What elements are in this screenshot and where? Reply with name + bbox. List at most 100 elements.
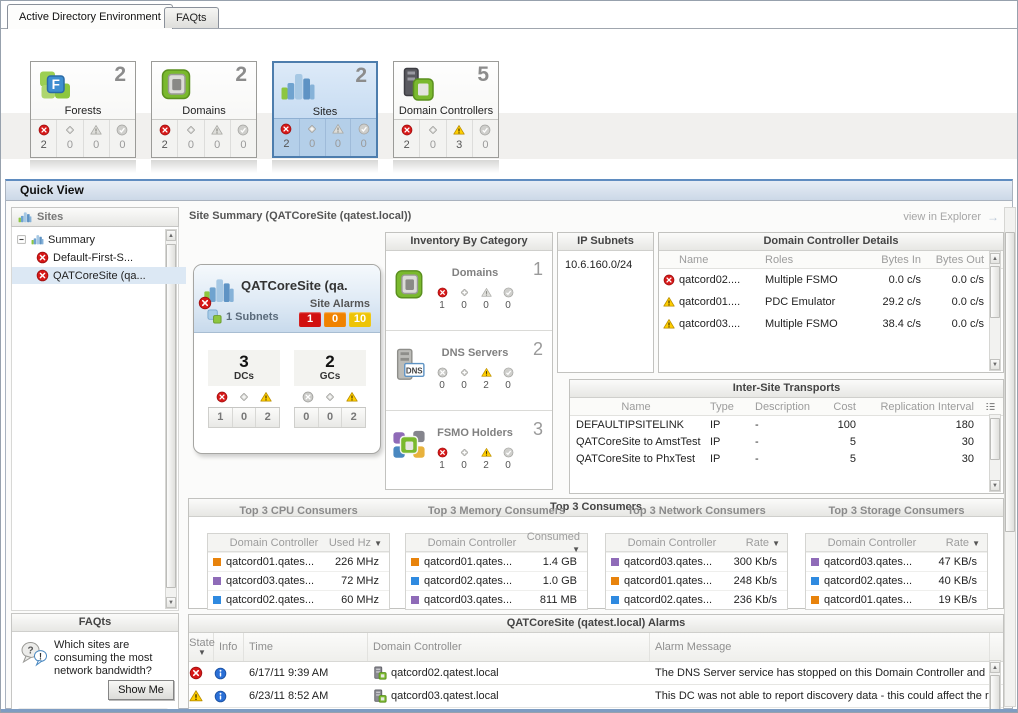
table-row[interactable]: qatcord03.qates... 72 MHz: [208, 571, 389, 590]
table-row[interactable]: qatcord02.qates... 60 MHz: [208, 590, 389, 609]
status-cell[interactable]: 0: [326, 119, 352, 156]
status-cell[interactable]: 0: [84, 120, 110, 157]
inventory-row-fsmo-holders[interactable]: FSMO Holders 1 0 2 0 3: [386, 411, 552, 490]
tile-sites[interactable]: 2 Sites 2 0 0 0: [272, 61, 378, 158]
scrollbar[interactable]: ▲ ▼: [165, 229, 177, 609]
scroll-down-arrow[interactable]: ▼: [166, 597, 176, 608]
table-row[interactable]: qatcord01.qates... 248 Kb/s: [606, 571, 787, 590]
scrollbar-thumb[interactable]: [990, 418, 1000, 460]
table-row[interactable]: qatcord01.qates... 226 MHz: [208, 552, 389, 571]
column-header-domain-controller[interactable]: Domain Controller: [824, 537, 920, 549]
column-header-value[interactable]: Used Hz ▼: [322, 537, 386, 549]
tile-domain-controllers[interactable]: 5 Domain Controllers 2 0 3 0: [393, 61, 499, 158]
tab-faqts[interactable]: FAQts: [164, 7, 219, 28]
table-row[interactable]: qatcord01.qates... 19 KB/s: [806, 590, 987, 609]
column-header-bytes-out[interactable]: Bytes Out: [927, 254, 990, 266]
status-cell[interactable]: 3: [447, 120, 473, 157]
table-row[interactable]: 6/23/11 8:52 AM qatcord03.qatest.local Thi…: [189, 685, 1003, 708]
scrollbar-thumb[interactable]: [990, 266, 1000, 318]
table-row[interactable]: qatcord03.... Multiple FSMO 38.4 c/s 0.0 c/…: [659, 313, 1003, 335]
view-in-explorer-link[interactable]: view in Explorer: [903, 211, 981, 223]
column-header-domain-controller[interactable]: Domain Controller: [624, 537, 720, 549]
table-row[interactable]: qatcord03.qates... 811 MB: [406, 590, 587, 609]
status-cell: 1: [435, 446, 449, 471]
table-row[interactable]: qatcord01.... PDC Emulator 29.2 c/s 0.0 c/s: [659, 291, 1003, 313]
status-cell[interactable]: 2: [31, 120, 58, 157]
site-card[interactable]: QATCoreSite (qa. 1 Subnets Site Alarms 1…: [193, 264, 381, 454]
scrollbar-thumb[interactable]: [166, 244, 176, 588]
scroll-up-arrow[interactable]: ▲: [166, 230, 176, 241]
column-header-domain-controller[interactable]: Domain Controller: [226, 537, 322, 549]
alarm-info[interactable]: [214, 667, 244, 680]
tile-domains[interactable]: 2 Domains 2 0 0 0: [151, 61, 257, 158]
ip-subnets-header: IP Subnets: [558, 233, 653, 251]
status-cell[interactable]: 0: [420, 120, 447, 157]
tile-forests[interactable]: F 2 Forests 2 0 0 0: [30, 61, 136, 158]
alarm-info[interactable]: [214, 690, 244, 703]
warning-icon: [346, 391, 358, 403]
column-header-name[interactable]: Name: [570, 401, 702, 413]
column-header-bytes-in[interactable]: Bytes In: [861, 254, 927, 266]
table-row[interactable]: qatcord02.qates... 236 Kb/s: [606, 590, 787, 609]
inventory-row-dns-servers[interactable]: DNS DNS Servers 0 0 2 0 2: [386, 331, 552, 411]
scrollbar-thumb[interactable]: [1005, 232, 1015, 532]
table-row[interactable]: QATCoreSite to PhxTest IP - 5 30: [570, 450, 1003, 467]
alarm-count-badge[interactable]: 10: [349, 312, 371, 327]
scrollbar[interactable]: ▲: [989, 660, 1001, 712]
scroll-down-arrow[interactable]: ▼: [990, 480, 1000, 491]
ip-subnets-panel: IP Subnets 10.6.160.0/24: [557, 232, 654, 373]
column-header-state[interactable]: State ▼: [189, 633, 215, 661]
column-header-domain-controller[interactable]: Domain Controller: [424, 537, 520, 549]
table-row[interactable]: qatcord03.qates... 300 Kb/s: [606, 552, 787, 571]
column-header-name[interactable]: Name: [679, 254, 765, 266]
consumer-name: qatcord02.qates...: [424, 575, 513, 587]
sidebar-item-qatcoresite-qa-[interactable]: QATCoreSite (qa...: [12, 267, 186, 284]
scrollbar[interactable]: ▼: [989, 414, 1001, 492]
status-cell[interactable]: 0: [231, 120, 256, 157]
column-header-value[interactable]: Rate ▼: [720, 537, 784, 549]
scroll-up-arrow[interactable]: ▲: [990, 253, 1000, 264]
consumer-column-headers: Domain Controller Used Hz ▼: [208, 534, 389, 552]
table-row[interactable]: DEFAULTIPSITELINK IP - 100 180: [570, 416, 1003, 433]
table-row[interactable]: qatcord02.qates... 40 KB/s: [806, 571, 987, 590]
status-cell[interactable]: 0: [473, 120, 498, 157]
status-cell[interactable]: 0: [351, 119, 376, 156]
sidebar-item-summary[interactable]: Summary: [12, 231, 166, 248]
column-header-replication-interval[interactable]: Replication Interval: [860, 401, 978, 413]
sidebar-item-default-first-s-[interactable]: Default-First-S...: [12, 249, 186, 266]
tab-active-directory-environment[interactable]: Active Directory Environment: [7, 4, 173, 29]
column-header-value[interactable]: Consumed ▼: [520, 531, 584, 555]
table-row[interactable]: qatcord01.qates... 1.4 GB: [406, 552, 587, 571]
status-cell[interactable]: 2: [394, 120, 421, 157]
group-status-counts: 102: [208, 408, 280, 428]
status-cell[interactable]: 0: [300, 119, 326, 156]
status-cell[interactable]: 2: [152, 120, 179, 157]
column-header-roles[interactable]: Roles: [765, 254, 861, 266]
column-header-value[interactable]: Rate ▼: [920, 537, 984, 549]
scroll-down-arrow[interactable]: ▼: [990, 359, 1000, 370]
inventory-row-domains[interactable]: Domains 1 0 0 0 1: [386, 251, 552, 331]
scrollbar[interactable]: [1004, 207, 1016, 707]
alarm-count-badge[interactable]: 0: [324, 312, 346, 327]
column-header-description[interactable]: Description: [747, 401, 812, 413]
site-card-group-dcs: 3 DCs 1 0 2: [208, 350, 280, 428]
table-row[interactable]: QATCoreSite to AmstTest IP - 5 30: [570, 433, 1003, 450]
alarm-count-badge[interactable]: 1: [299, 312, 321, 327]
status-cell[interactable]: 0: [205, 120, 231, 157]
scrollbar-thumb[interactable]: [990, 675, 1000, 711]
column-header-cost[interactable]: Cost: [812, 401, 860, 413]
column-header-type[interactable]: Type: [702, 401, 747, 413]
status-cell[interactable]: 0: [110, 120, 135, 157]
table-menu-icon[interactable]: [984, 400, 997, 413]
warning-icon: [663, 296, 675, 308]
table-row[interactable]: qatcord02.qates... 1.0 GB: [406, 571, 587, 590]
show-me-button[interactable]: Show Me: [108, 680, 174, 700]
status-cell[interactable]: 2: [274, 119, 300, 156]
status-cell[interactable]: 0: [57, 120, 84, 157]
table-row[interactable]: qatcord02.... Multiple FSMO 0.0 c/s 0.0 c/s: [659, 269, 1003, 291]
scroll-up-arrow[interactable]: ▲: [990, 662, 1000, 673]
scrollbar[interactable]: ▲ ▼: [989, 251, 1001, 371]
table-row[interactable]: qatcord03.qates... 47 KB/s: [806, 552, 987, 571]
table-row[interactable]: 6/17/11 9:39 AM qatcord02.qatest.local The…: [189, 662, 1003, 685]
status-cell[interactable]: 0: [178, 120, 205, 157]
